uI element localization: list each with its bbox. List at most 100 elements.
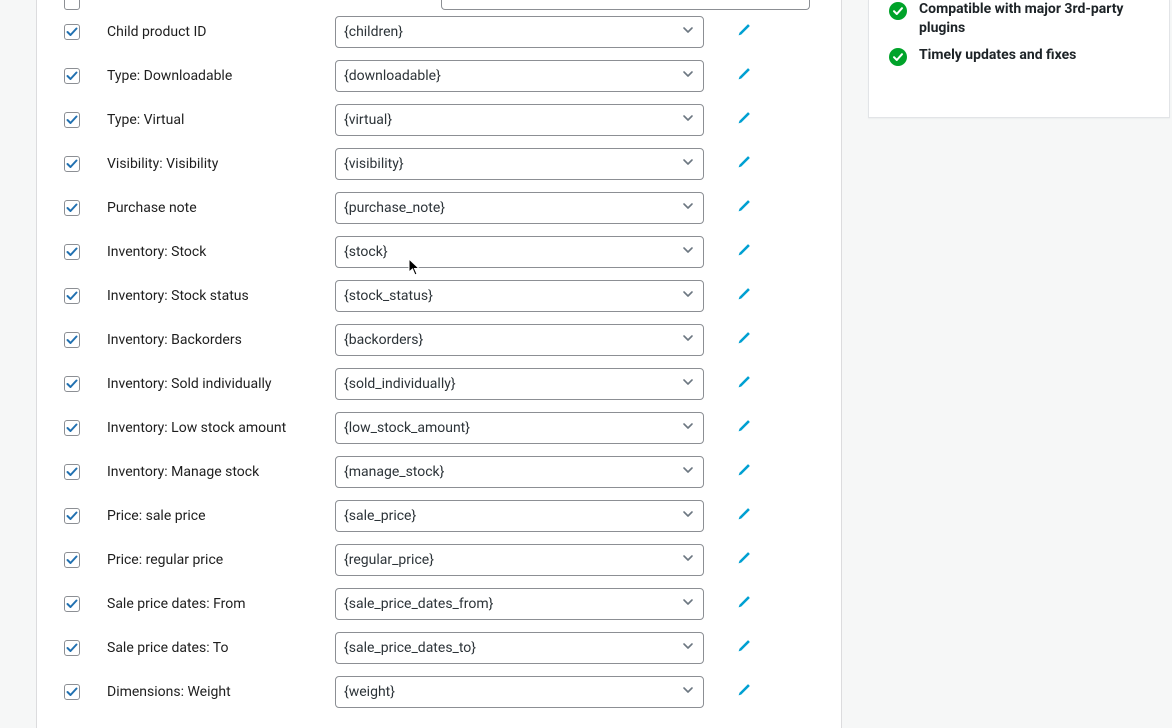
field-value-dropdown[interactable]: {downloadable}	[335, 60, 704, 92]
field-row: Visibility: Visibility {visibility}	[37, 142, 841, 186]
row-checkbox[interactable]	[64, 684, 80, 700]
field-value-dropdown[interactable]: {regular_price}	[335, 544, 704, 576]
field-label: Purchase note	[107, 200, 335, 216]
row-checkbox[interactable]	[64, 156, 80, 172]
field-label: Inventory: Manage stock	[107, 464, 335, 480]
chevron-down-icon	[681, 419, 695, 437]
edit-icon[interactable]	[735, 285, 753, 307]
field-row: Type: Downloadable {downloadable}	[37, 54, 841, 98]
edit-icon[interactable]	[735, 109, 753, 131]
row-checkbox[interactable]	[64, 640, 80, 656]
row-checkbox[interactable]	[64, 420, 80, 436]
field-label: Sale price dates: From	[107, 596, 335, 612]
partial-dropdown[interactable]	[441, 0, 810, 10]
field-row: Inventory: Stock {stock}	[37, 230, 841, 274]
field-label: Price: regular price	[107, 552, 335, 568]
benefit-text: Compatible with major 3rd-party plugins	[919, 0, 1149, 38]
chevron-down-icon	[681, 595, 695, 613]
row-checkbox[interactable]	[64, 200, 80, 216]
dropdown-value: {visibility}	[344, 156, 404, 172]
field-row: Inventory: Backorders {backorders}	[37, 318, 841, 362]
field-value-dropdown[interactable]: {children}	[335, 16, 704, 48]
row-checkbox[interactable]	[64, 288, 80, 304]
row-checkbox[interactable]	[64, 332, 80, 348]
row-checkbox[interactable]	[64, 464, 80, 480]
dropdown-value: {virtual}	[344, 112, 392, 128]
dropdown-value: {backorders}	[344, 332, 423, 348]
check-circle-icon	[889, 2, 907, 24]
edit-icon[interactable]	[735, 637, 753, 659]
field-row: Inventory: Low stock amount {low_stock_a…	[37, 406, 841, 450]
field-value-dropdown[interactable]: {backorders}	[335, 324, 704, 356]
field-label: Child product ID	[107, 24, 335, 40]
chevron-down-icon	[681, 243, 695, 261]
chevron-down-icon	[681, 155, 695, 173]
field-mapping-panel: Child product ID {children} Type: Downlo…	[36, 0, 842, 728]
field-label: Inventory: Low stock amount	[107, 420, 335, 436]
field-value-dropdown[interactable]: {sold_individually}	[335, 368, 704, 400]
chevron-down-icon	[681, 67, 695, 85]
edit-icon[interactable]	[735, 153, 753, 175]
chevron-down-icon	[681, 287, 695, 305]
field-row: Dimensions: Weight {weight}	[37, 670, 841, 714]
edit-icon[interactable]	[735, 549, 753, 571]
edit-icon[interactable]	[735, 373, 753, 395]
field-value-dropdown[interactable]: {weight}	[335, 676, 704, 708]
field-row: Inventory: Stock status {stock_status}	[37, 274, 841, 318]
field-value-dropdown[interactable]: {virtual}	[335, 104, 704, 136]
edit-icon[interactable]	[735, 505, 753, 527]
row-checkbox[interactable]	[64, 112, 80, 128]
field-value-dropdown[interactable]: {purchase_note}	[335, 192, 704, 224]
field-value-dropdown[interactable]: {sale_price}	[335, 500, 704, 532]
field-label: Inventory: Sold individually	[107, 376, 335, 392]
row-checkbox[interactable]	[64, 24, 80, 40]
field-value-dropdown[interactable]: {sale_price_dates_to}	[335, 632, 704, 664]
edit-icon[interactable]	[735, 329, 753, 351]
field-value-dropdown[interactable]: {stock_status}	[335, 280, 704, 312]
field-row: Inventory: Manage stock {manage_stock}	[37, 450, 841, 494]
chevron-down-icon	[681, 375, 695, 393]
chevron-down-icon	[681, 463, 695, 481]
row-checkbox[interactable]	[64, 596, 80, 612]
field-value-dropdown[interactable]: {stock}	[335, 236, 704, 268]
field-label: Type: Downloadable	[107, 68, 335, 84]
row-checkbox[interactable]	[64, 508, 80, 524]
field-label: Price: sale price	[107, 508, 335, 524]
row-checkbox[interactable]	[64, 376, 80, 392]
edit-icon[interactable]	[735, 417, 753, 439]
dropdown-value: {sale_price_dates_from}	[344, 596, 493, 612]
field-label: Visibility: Visibility	[107, 156, 335, 172]
row-checkbox[interactable]	[64, 244, 80, 260]
row-checkbox[interactable]	[64, 0, 80, 10]
field-row: Inventory: Sold individually {sold_indiv…	[37, 362, 841, 406]
chevron-down-icon	[681, 551, 695, 569]
row-checkbox[interactable]	[64, 552, 80, 568]
field-value-dropdown[interactable]: {sale_price_dates_from}	[335, 588, 704, 620]
field-value-dropdown[interactable]: {manage_stock}	[335, 456, 704, 488]
dropdown-value: {downloadable}	[344, 68, 441, 84]
field-value-dropdown[interactable]: {visibility}	[335, 148, 704, 180]
edit-icon[interactable]	[735, 65, 753, 87]
edit-icon[interactable]	[735, 241, 753, 263]
chevron-down-icon	[681, 331, 695, 349]
field-label: Dimensions: Weight	[107, 684, 335, 700]
benefit-item: Compatible with major 3rd-party plugins	[889, 0, 1149, 38]
benefits-sidebar: Compatible with major 3rd-party plugins …	[868, 0, 1170, 118]
field-value-dropdown[interactable]: {low_stock_amount}	[335, 412, 704, 444]
edit-icon[interactable]	[735, 197, 753, 219]
edit-icon[interactable]	[735, 461, 753, 483]
row-checkbox[interactable]	[64, 68, 80, 84]
edit-icon[interactable]	[735, 681, 753, 703]
field-row: Type: Virtual {virtual}	[37, 98, 841, 142]
chevron-down-icon	[681, 507, 695, 525]
dropdown-value: {sale_price_dates_to}	[344, 640, 476, 656]
field-label: Type: Virtual	[107, 112, 335, 128]
edit-icon[interactable]	[735, 593, 753, 615]
chevron-down-icon	[681, 23, 695, 41]
field-label: Sale price dates: To	[107, 640, 335, 656]
chevron-down-icon	[681, 639, 695, 657]
dropdown-value: {children}	[344, 24, 403, 40]
field-row: Child product ID {children}	[37, 10, 841, 54]
edit-icon[interactable]	[735, 21, 753, 43]
benefit-text: Timely updates and fixes	[919, 46, 1076, 65]
